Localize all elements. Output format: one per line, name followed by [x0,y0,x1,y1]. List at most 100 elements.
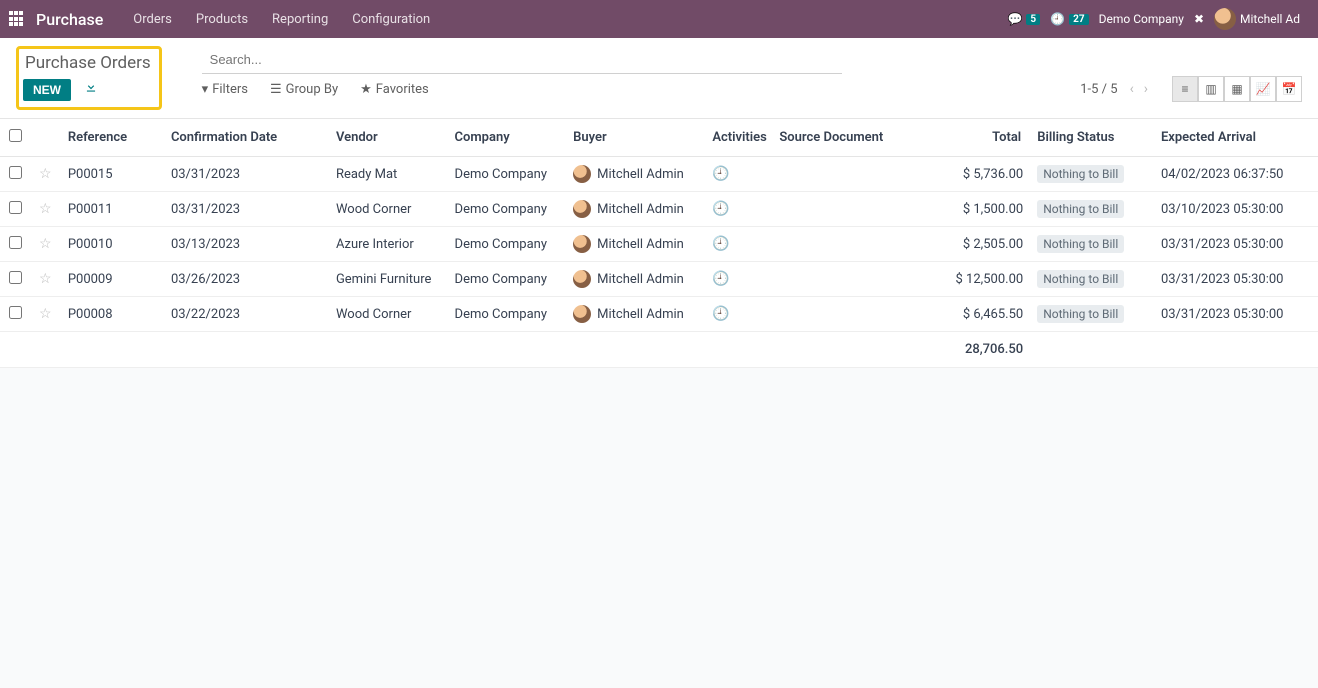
row-checkbox[interactable] [9,271,22,284]
cell-source [771,262,946,297]
table-row[interactable]: ☆ P0001003/13/2023Azure InteriorDemo Comp… [0,227,1318,262]
cell-company: Demo Company [447,297,566,332]
nav-orders[interactable]: Orders [121,12,184,27]
cell-total: $ 1,500.00 [947,192,1030,227]
cell-billing: Nothing to Bill [1029,227,1153,262]
view-list[interactable]: ≡ [1172,76,1198,102]
avatar-icon [1214,8,1236,30]
cell-source [771,192,946,227]
view-calendar[interactable]: 📅 [1276,76,1302,102]
new-button[interactable]: NEW [23,79,71,101]
table-row[interactable]: ☆P0000803/22/2023Wood CornerDemo Company… [0,297,1318,332]
cell-total: $ 2,505.00 [947,227,1030,262]
nav-reporting[interactable]: Reporting [260,12,340,27]
company-switcher[interactable]: Demo Company [1099,12,1184,26]
cell-confirmation: 03/26/2023 [163,262,328,297]
download-button[interactable] [84,80,98,97]
favorite-star[interactable]: ☆ [39,201,52,217]
user-name: Mitchell Ad [1240,12,1300,26]
messages-button[interactable]: 💬 5 [1007,12,1040,26]
cell-billing: Nothing to Bill [1029,262,1153,297]
filters-button[interactable]: ▾Filters [202,82,248,97]
avatar-icon [573,165,591,183]
view-kanban[interactable]: ▥ [1198,76,1224,102]
col-vendor[interactable]: Vendor [328,119,447,157]
cell-activities[interactable]: 🕘 [704,227,771,262]
col-total[interactable]: Total [947,119,1030,157]
favorite-star[interactable]: ☆ [39,271,52,287]
cell-total: $ 12,500.00 [947,262,1030,297]
billing-badge: Nothing to Bill [1037,165,1124,183]
messages-badge: 5 [1026,14,1040,25]
chat-icon: 💬 [1007,12,1022,26]
cell-billing: Nothing to Bill [1029,297,1153,332]
view-graph[interactable]: 📈 [1250,76,1276,102]
cell-reference: P00011 [60,192,163,227]
orders-table: Reference Confirmation Date Vendor Compa… [0,118,1318,368]
pager-text[interactable]: 1-5 / 5 [1080,82,1117,97]
cell-activities[interactable]: 🕘 [704,297,771,332]
cell-buyer: Mitchell Admin [565,227,704,262]
pager-next[interactable]: › [1142,81,1150,97]
row-checkbox[interactable] [9,306,22,319]
avatar-icon [573,305,591,323]
select-all-checkbox[interactable] [9,129,22,142]
cell-arrival: 03/31/2023 05:30:00 [1153,227,1318,262]
row-checkbox[interactable] [9,166,22,179]
cell-total: $ 5,736.00 [947,157,1030,192]
cell-reference: P00010 [60,227,163,262]
favorite-star[interactable]: ☆ [39,166,52,182]
search-input[interactable] [202,46,842,74]
row-checkbox[interactable] [9,201,22,214]
clock-icon: 🕘 [712,306,729,322]
col-reference[interactable]: Reference [60,119,163,157]
clock-icon: 🕘 [712,201,729,217]
view-pivot[interactable]: ▦ [1224,76,1250,102]
clock-icon: 🕘 [712,271,729,287]
col-billing[interactable]: Billing Status [1029,119,1153,157]
col-arrival[interactable]: Expected Arrival [1153,119,1318,157]
top-nav: Purchase Orders Products Reporting Confi… [0,0,1318,38]
cell-company: Demo Company [447,227,566,262]
cell-buyer: Mitchell Admin [565,297,704,332]
cell-arrival: 04/02/2023 06:37:50 [1153,157,1318,192]
cell-activities[interactable]: 🕘 [704,192,771,227]
favorite-star[interactable]: ☆ [39,236,52,252]
groupby-button[interactable]: ☰Group By [270,82,338,97]
nav-configuration[interactable]: Configuration [340,12,442,27]
col-confirmation[interactable]: Confirmation Date [163,119,328,157]
col-source[interactable]: Source Document [771,119,946,157]
table-row[interactable]: ☆P0001103/31/2023Wood CornerDemo Company… [0,192,1318,227]
cell-vendor: Wood Corner [328,192,447,227]
app-brand[interactable]: Purchase [36,10,103,29]
pager-prev[interactable]: ‹ [1128,81,1136,97]
table-row[interactable]: ☆P0001503/31/2023Ready MatDemo CompanyMi… [0,157,1318,192]
cell-arrival: 03/31/2023 05:30:00 [1153,297,1318,332]
cell-arrival: 03/10/2023 05:30:00 [1153,192,1318,227]
favorites-button[interactable]: ★Favorites [360,82,429,97]
cell-vendor: Ready Mat [328,157,447,192]
col-buyer[interactable]: Buyer [565,119,704,157]
billing-badge: Nothing to Bill [1037,200,1124,218]
col-company[interactable]: Company [447,119,566,157]
row-checkbox[interactable] [9,236,22,249]
cell-activities[interactable]: 🕘 [704,262,771,297]
activities-button[interactable]: 🕘 27 [1050,12,1088,26]
cell-billing: Nothing to Bill [1029,157,1153,192]
cell-confirmation: 03/13/2023 [163,227,328,262]
cell-reference: P00015 [60,157,163,192]
cell-vendor: Azure Interior [328,227,447,262]
cell-vendor: Wood Corner [328,297,447,332]
debug-icon[interactable]: ✖ [1194,12,1204,26]
cell-buyer: Mitchell Admin [565,157,704,192]
user-menu[interactable]: Mitchell Ad [1214,8,1300,30]
cell-activities[interactable]: 🕘 [704,157,771,192]
cell-company: Demo Company [447,192,566,227]
col-activities[interactable]: Activities [704,119,771,157]
nav-products[interactable]: Products [184,12,260,27]
apps-icon[interactable] [8,10,26,28]
favorite-star[interactable]: ☆ [39,306,52,322]
table-row[interactable]: ☆P0000903/26/2023Gemini FurnitureDemo Co… [0,262,1318,297]
billing-badge: Nothing to Bill [1037,235,1124,253]
cell-total: $ 6,465.50 [947,297,1030,332]
